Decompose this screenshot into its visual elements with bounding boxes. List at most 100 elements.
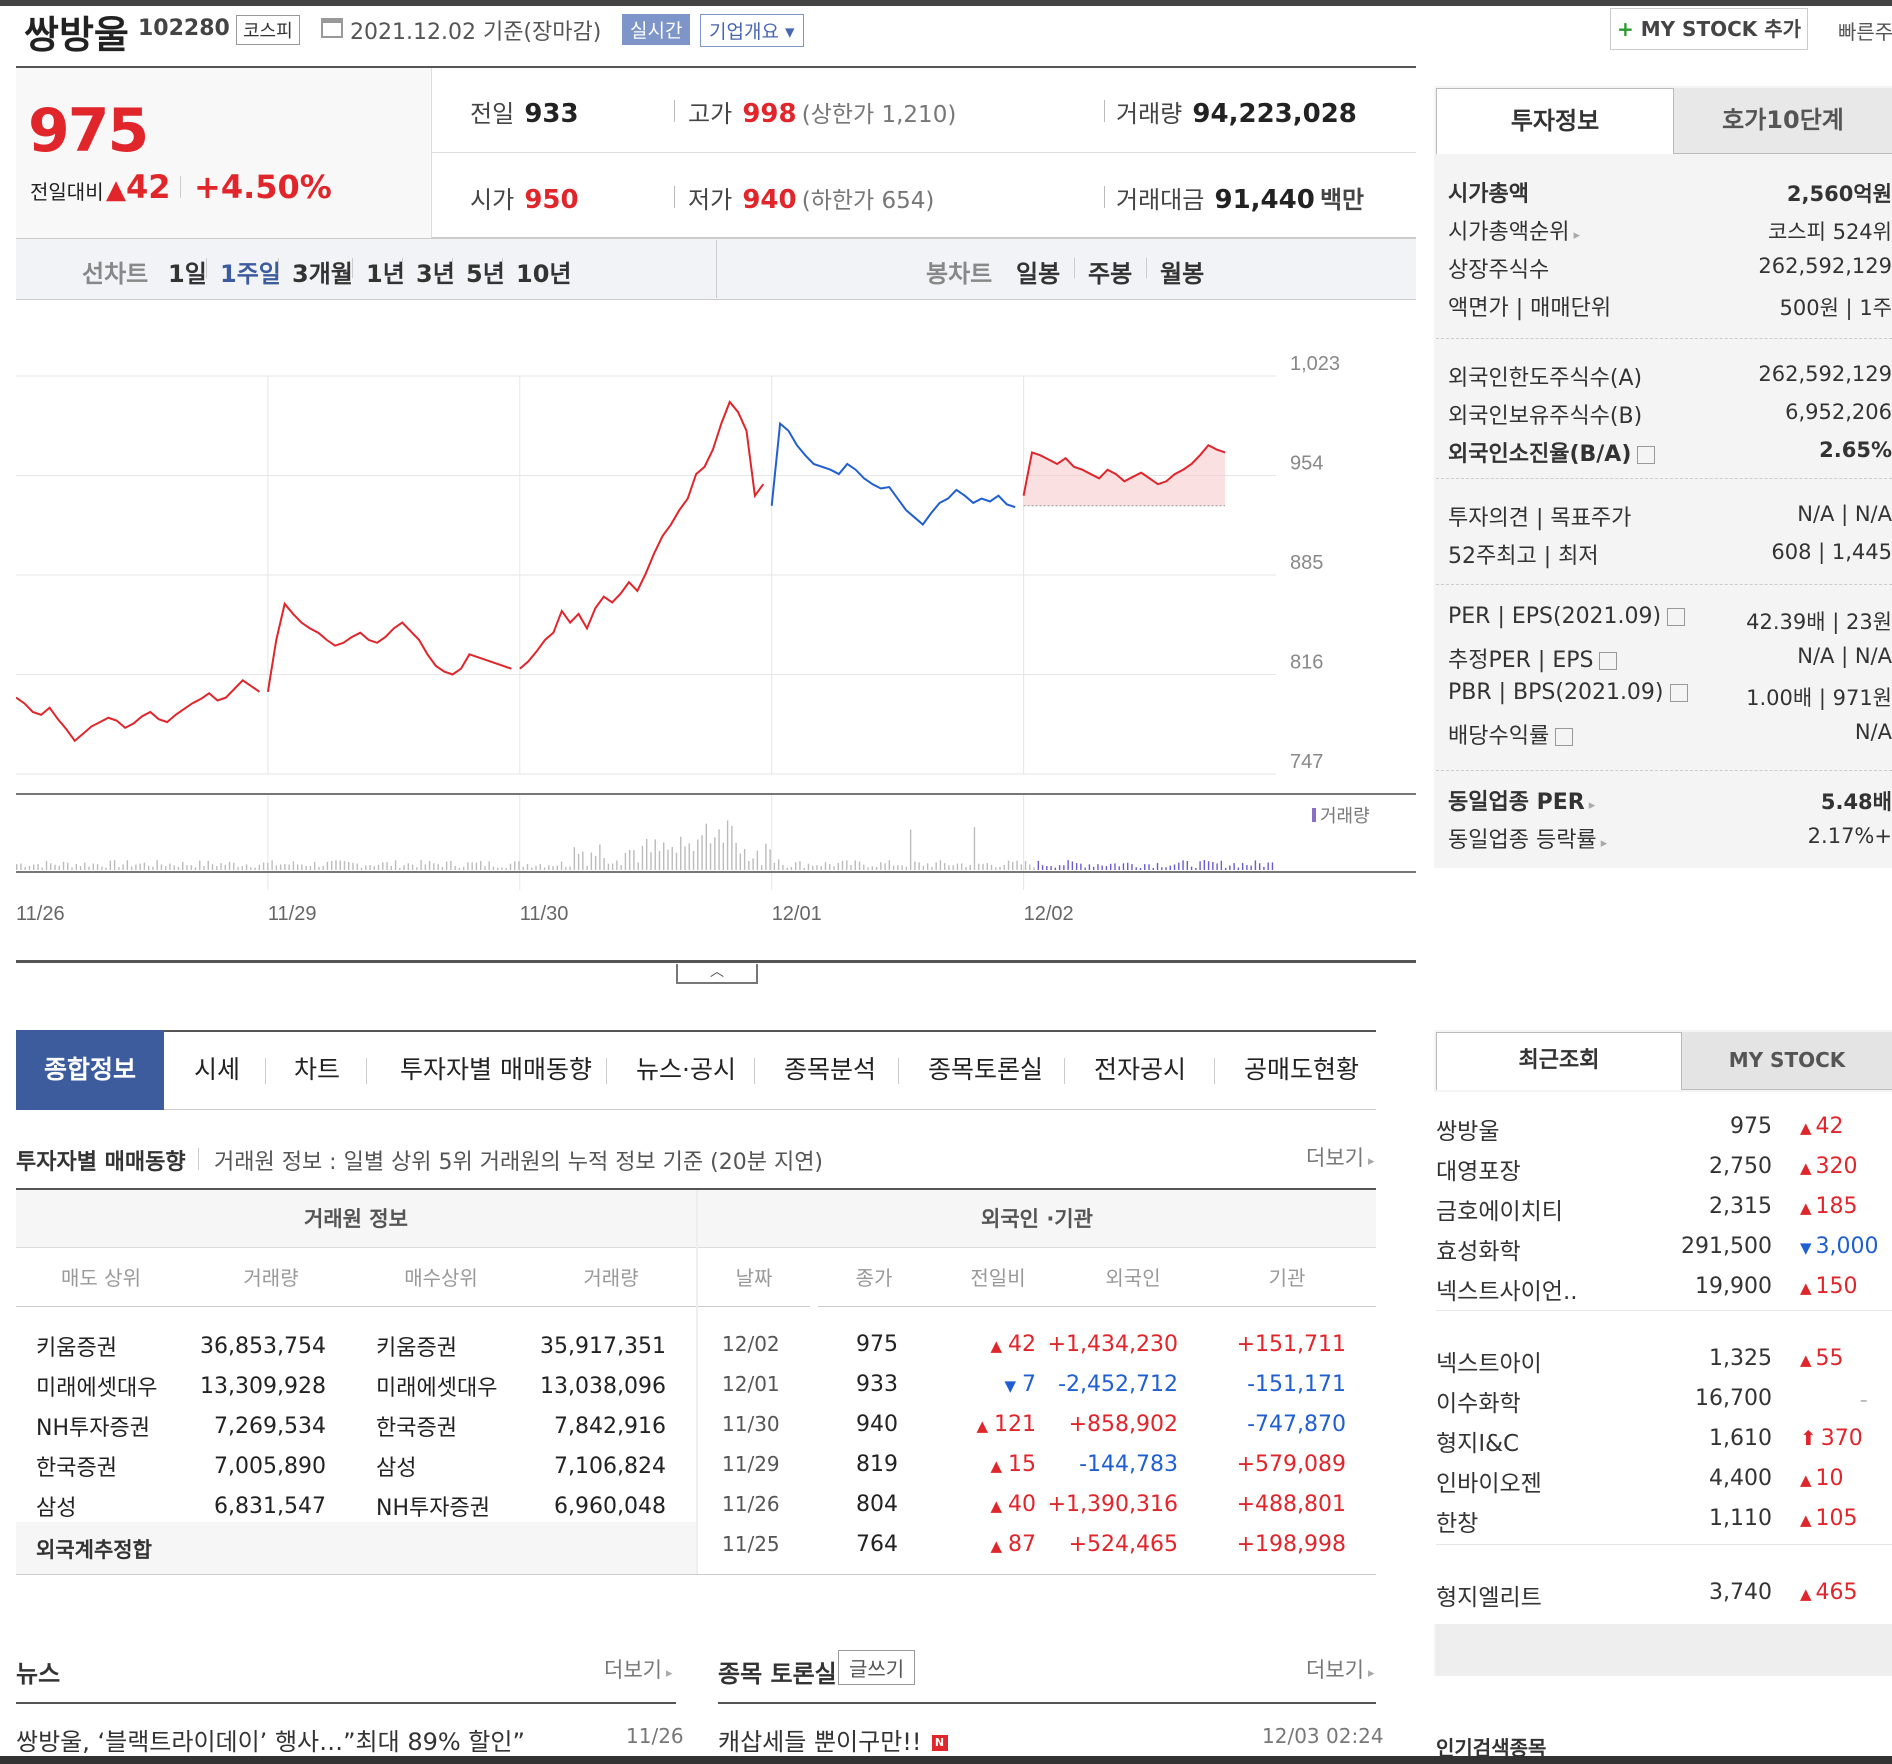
recent-stock-name[interactable]: 대영포장 [1436, 1152, 1521, 1186]
recent-stock-name[interactable]: 넥스트사이언.. [1436, 1272, 1578, 1306]
volume-label: 거래량 [1116, 100, 1183, 128]
volume-bar [909, 829, 912, 870]
volume-bar [1267, 862, 1269, 870]
volume-bar [973, 827, 976, 870]
tab-recent-view[interactable]: 최근조회 [1436, 1032, 1682, 1090]
period-0[interactable]: 1일 [168, 254, 207, 289]
info-label-text: PER | EPS(2021.09) [1448, 604, 1662, 629]
x-tick-label: 11/29 [268, 903, 317, 925]
tab-7[interactable]: 전자공시 [1094, 1050, 1186, 1086]
tab-order-book[interactable]: 호가10단계 [1674, 88, 1892, 154]
volume-bar [233, 862, 235, 870]
tab-3[interactable]: 투자자별 매매동향 [400, 1050, 592, 1086]
foreign-institution-group-header: 외국인 ·기관 [698, 1190, 1376, 1248]
daily-close: 804 [856, 1492, 898, 1517]
tab-4[interactable]: 뉴스·공시 [636, 1050, 736, 1086]
tab-investment-info[interactable]: 투자정보 [1436, 88, 1674, 154]
recent-stock-name[interactable]: 형지I&C [1436, 1424, 1519, 1458]
broker-group-header: 거래원 정보 [16, 1190, 696, 1248]
volume-bar [1152, 867, 1154, 870]
recent-stock-name[interactable]: 이수화학 [1436, 1384, 1521, 1418]
forum-post-item[interactable]: 캐삽세들 뿐이구만!! N [718, 1722, 948, 1757]
period-1[interactable]: 1주일 [220, 254, 281, 289]
add-mystock-label: MY STOCK 추가 [1640, 17, 1802, 41]
tab-5[interactable]: 종목분석 [784, 1050, 876, 1086]
volume-bar [335, 860, 337, 870]
volume-bar [841, 860, 844, 870]
tab-overview[interactable]: 종합정보 [16, 1030, 164, 1110]
help-icon[interactable] [1555, 728, 1574, 746]
candle-period-2[interactable]: 월봉 [1160, 254, 1204, 289]
volume-bar [250, 867, 252, 870]
add-mystock-button[interactable]: + MY STOCK 추가 [1610, 8, 1808, 50]
stock-name: 쌍방울 [24, 13, 129, 57]
tab-8[interactable]: 공매도현황 [1244, 1050, 1359, 1086]
tab-2[interactable]: 차트 [294, 1050, 340, 1086]
recent-stock-name[interactable]: 인바이오젠 [1436, 1464, 1542, 1498]
recent-stock-name[interactable]: 형지엘리트 [1436, 1578, 1542, 1612]
write-post-button[interactable]: 글쓰기 [838, 1650, 916, 1685]
recent-stock-change-value: 42 [1815, 1114, 1844, 1139]
column-header: 매도 상위 [16, 1249, 186, 1307]
volume-bar [199, 860, 201, 870]
period-6[interactable]: 10년 [516, 254, 571, 289]
recent-stock-name[interactable]: 금호에이치티 [1436, 1192, 1563, 1226]
volume-bar [922, 865, 925, 870]
volume-bar [726, 820, 729, 870]
period-4[interactable]: 3년 [416, 254, 455, 289]
up-arrow-icon: ▲ [976, 1417, 988, 1435]
column-header: 매수상위 [356, 1249, 526, 1307]
recent-stock-price: 3,740 [1709, 1580, 1772, 1605]
volume-bar [765, 843, 767, 870]
recent-stock-change-value: 185 [1815, 1194, 1858, 1219]
volume-bar [203, 866, 205, 870]
chevron-right-icon: ▸ [1367, 1154, 1375, 1169]
volume-bar [220, 863, 222, 870]
tab-1[interactable]: 시세 [194, 1050, 240, 1086]
volume-bar [1271, 862, 1274, 870]
realtime-button[interactable]: 실시간 [622, 14, 691, 45]
divider [452, 258, 453, 278]
tab-my-stock[interactable]: MY STOCK [1682, 1032, 1892, 1090]
volume-bar [139, 863, 141, 870]
candle-period-1[interactable]: 주봉 [1088, 254, 1132, 289]
volume-bar [1233, 863, 1235, 870]
recent-stock-name[interactable]: 한창 [1436, 1504, 1478, 1538]
info-label: 액면가 | 매매단위 [1448, 290, 1611, 322]
volume-bar [535, 865, 537, 870]
broker-buy-volume: 7,106,824 [554, 1454, 666, 1479]
recent-stock-name[interactable]: 효성화학 [1436, 1232, 1521, 1266]
volume-bar [837, 862, 839, 870]
volume-bar [497, 867, 499, 870]
volume-bar [471, 862, 473, 870]
up-arrow-icon: ▲ [1800, 1119, 1812, 1137]
divider [1436, 584, 1892, 585]
price-chart[interactable]: 1,023 954 885 816 747 거래량 11/26 11/29 11/30 12/01… [16, 330, 1416, 930]
collapse-chart-button[interactable]: ︿ [676, 964, 758, 984]
help-icon[interactable] [1599, 652, 1618, 670]
recent-stock-name[interactable]: 쌍방울 [1436, 1112, 1499, 1146]
volume-bar [897, 865, 899, 870]
tab-6[interactable]: 종목토론실 [928, 1050, 1043, 1086]
company-overview-button[interactable]: 기업개요 ▾ [700, 14, 804, 47]
high-value: 998 [742, 99, 797, 129]
candle-period-0[interactable]: 일봉 [1016, 254, 1060, 289]
table-bottom-border [16, 1574, 1376, 1575]
period-3[interactable]: 1년 [366, 254, 405, 289]
news-item[interactable]: 쌍방울, ‘블랙트라이데이’ 행사…”최대 89% 할인” [16, 1722, 525, 1757]
news-more-link[interactable]: 더보기 ▸ [604, 1654, 673, 1684]
period-5[interactable]: 5년 [466, 254, 505, 289]
quick-order-button[interactable]: 빠른주 [1838, 16, 1892, 45]
recent-stock-price: 19,900 [1695, 1274, 1772, 1299]
info-label-text: 외국인소진율(B/A) [1448, 442, 1632, 467]
trading-more-link[interactable]: 더보기 ▸ [1306, 1142, 1375, 1172]
volume-bar [1165, 867, 1167, 870]
forum-more-link[interactable]: 더보기 ▸ [1306, 1654, 1375, 1684]
volume-bar [786, 867, 788, 870]
info-value: 42.39배 | 23원 [1746, 610, 1892, 634]
broker-sell-name: 삼성 [36, 1496, 77, 1521]
volume-bar [769, 849, 771, 870]
period-2[interactable]: 3개월 [292, 254, 353, 289]
volume-bar [607, 863, 610, 870]
recent-stock-name[interactable]: 넥스트아이 [1436, 1344, 1542, 1378]
